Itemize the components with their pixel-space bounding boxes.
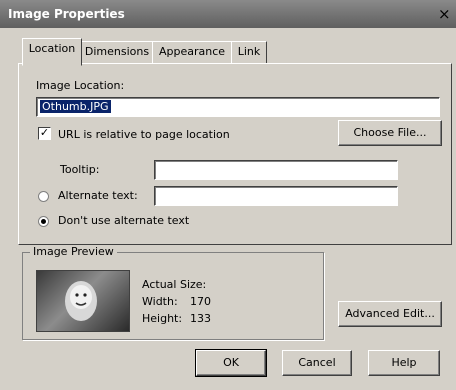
help-button[interactable]: Help — [368, 350, 440, 376]
image-location-input[interactable]: Othumb.JPG — [36, 97, 440, 117]
image-properties-dialog: Image Properties × Location Dimensions A… — [0, 0, 456, 390]
image-location-value: Othumb.JPG — [40, 100, 111, 113]
no-alternate-text-label[interactable]: Don't use alternate text — [58, 214, 189, 227]
help-label: Help — [391, 356, 417, 369]
choose-file-button[interactable]: Choose File... — [338, 120, 442, 146]
alternate-text-radio[interactable] — [38, 191, 49, 202]
width-label: Width: — [142, 295, 178, 308]
relative-url-checkbox[interactable]: ✓ — [38, 127, 51, 140]
photo-icon — [65, 281, 97, 321]
choose-file-label: Choose File... — [353, 126, 427, 139]
cancel-button[interactable]: Cancel — [282, 350, 352, 376]
width-value: 170 — [190, 295, 211, 308]
ok-label: OK — [223, 356, 239, 369]
height-value: 133 — [190, 312, 211, 325]
height-label: Height: — [142, 312, 183, 325]
tooltip-label: Tooltip: — [60, 163, 100, 176]
no-alternate-text-radio[interactable] — [38, 216, 49, 227]
image-location-label: Image Location: — [36, 79, 125, 92]
image-preview-label: Image Preview — [30, 245, 117, 258]
cancel-label: Cancel — [298, 356, 336, 369]
alternate-text-input[interactable] — [154, 186, 398, 206]
ok-button[interactable]: OK — [195, 349, 267, 377]
image-preview-thumbnail — [36, 270, 130, 332]
relative-url-label[interactable]: URL is relative to page location — [58, 128, 230, 141]
actual-size-label: Actual Size: — [142, 278, 207, 291]
advanced-edit-label: Advanced Edit... — [345, 307, 435, 320]
tooltip-input[interactable] — [154, 160, 398, 180]
advanced-edit-button[interactable]: Advanced Edit... — [338, 301, 442, 327]
alternate-text-label[interactable]: Alternate text: — [58, 189, 138, 202]
